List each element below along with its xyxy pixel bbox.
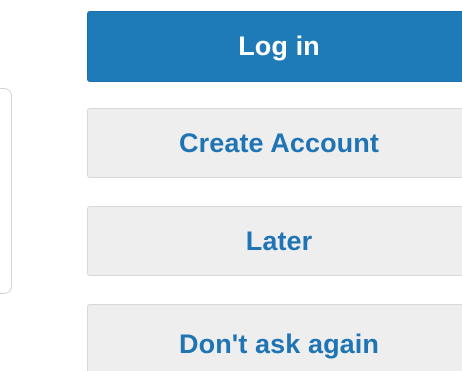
adjacent-panel-edge xyxy=(0,88,12,294)
later-button[interactable]: Later xyxy=(87,206,462,276)
log-in-button[interactable]: Log in xyxy=(87,11,462,82)
login-prompt-dialog: Log in Create Account Later Don't ask ag… xyxy=(0,0,462,371)
create-account-button[interactable]: Create Account xyxy=(87,108,462,178)
dont-ask-again-button[interactable]: Don't ask again xyxy=(87,304,462,371)
